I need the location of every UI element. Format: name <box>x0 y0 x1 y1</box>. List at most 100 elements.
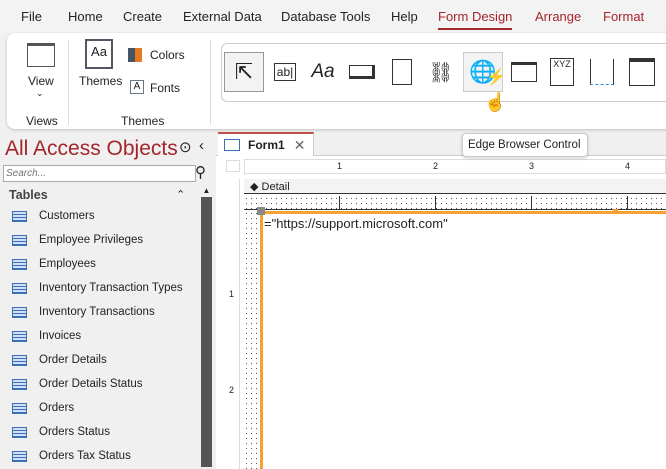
lightning-icon: ⚡ <box>486 69 506 86</box>
scrollbar-thumb[interactable] <box>201 197 212 467</box>
menu-database-tools[interactable]: Database Tools <box>281 9 370 24</box>
navigation-control-tool[interactable] <box>508 52 540 92</box>
nav-menu-icon[interactable]: ⊙ <box>179 138 192 156</box>
nav-item-table[interactable]: Orders Tax Status <box>12 446 131 466</box>
table-icon <box>12 210 27 222</box>
view-button[interactable]: View <box>28 74 54 88</box>
edge-browser-control[interactable]: ="https://support.microsoft.com" <box>260 211 666 469</box>
menu-help[interactable]: Help <box>391 9 418 24</box>
label-icon: Aa <box>311 61 335 82</box>
nav-item-table[interactable]: Order Details Status <box>12 374 143 394</box>
nav-item-label: Orders Tax Status <box>39 450 131 462</box>
table-icon <box>12 402 27 414</box>
nav-item-label: Invoices <box>39 330 82 342</box>
search-input[interactable] <box>3 165 196 182</box>
menu-create[interactable]: Create <box>123 9 162 24</box>
menu-file[interactable]: File <box>21 9 42 24</box>
nav-item-label: Order Details <box>39 354 107 366</box>
nav-item-table[interactable]: Inventory Transactions <box>12 302 155 322</box>
hyperlink-icon: ⛓ <box>428 61 454 84</box>
nav-item-table[interactable]: Invoices <box>12 326 81 346</box>
form-icon <box>224 139 240 151</box>
nav-item-table[interactable]: Orders Status <box>12 422 110 442</box>
chevron-up-icon[interactable]: ⌃ <box>176 188 185 201</box>
table-icon <box>12 330 27 342</box>
tab-label: Form1 <box>248 138 285 152</box>
hand-cursor-icon: ☝ <box>484 92 507 112</box>
resize-handle[interactable] <box>613 209 618 213</box>
label-tool[interactable]: Aa <box>307 52 339 92</box>
table-icon <box>12 234 27 246</box>
page-break-tool[interactable] <box>586 52 618 92</box>
option-group-icon: XYZ <box>550 58 574 86</box>
nav-item-table[interactable]: Inventory Transaction Types <box>12 278 183 298</box>
select-tool[interactable]: ⇱ <box>224 52 264 92</box>
menu-bar: File Home Create External Data Database … <box>0 0 666 33</box>
table-icon <box>12 450 27 462</box>
nav-item-label: Customers <box>39 210 95 222</box>
fonts-button[interactable]: Fonts <box>150 81 180 95</box>
nav-item-table[interactable]: Employee Privileges <box>12 230 143 250</box>
scroll-up-icon[interactable]: ▲ <box>201 186 212 195</box>
scrollbar[interactable]: ▲ <box>201 186 212 469</box>
select-icon: ⇱ <box>234 59 254 84</box>
menu-arrange[interactable]: Arrange <box>535 9 581 24</box>
navigation-pane: All Access Objects ⊙ ‹ ⚲ Tables ⌃ ▲ Cust… <box>0 132 214 469</box>
tab-form1[interactable]: Form1 ✕ <box>218 132 314 156</box>
nav-item-table[interactable]: Order Details <box>12 350 107 370</box>
combo-box-icon <box>629 58 655 86</box>
move-handle[interactable] <box>257 207 265 215</box>
themes-button[interactable]: Themes <box>79 74 122 88</box>
form-selector[interactable] <box>226 160 240 172</box>
themes-icon[interactable]: Aa <box>85 39 113 69</box>
colors-icon <box>128 48 142 62</box>
menu-home[interactable]: Home <box>68 9 103 24</box>
page-break-icon <box>590 59 614 85</box>
tab-control-icon <box>392 59 412 85</box>
nav-item-table[interactable]: Customers <box>12 206 95 226</box>
table-icon <box>12 306 27 318</box>
menu-form-design[interactable]: Form Design <box>438 9 513 30</box>
nav-title: All Access Objects <box>5 137 178 160</box>
navigation-control-icon <box>511 62 537 82</box>
edge-browser-tool[interactable]: 🌐 ⚡ <box>463 52 506 92</box>
tab-control-tool[interactable] <box>386 52 418 92</box>
detail-section-bar[interactable]: ◆ Detail <box>244 179 666 194</box>
vertical-ruler: 1 2 <box>226 179 240 469</box>
nav-item-table[interactable]: Employees <box>12 254 96 274</box>
tooltip: Edge Browser Control <box>462 133 588 157</box>
hyperlink-tool[interactable]: ⛓ <box>425 52 457 92</box>
nav-item-table[interactable]: Orders <box>12 398 74 418</box>
collapse-pane-icon[interactable]: ‹ <box>199 137 204 154</box>
search-icon[interactable]: ⚲ <box>195 163 206 181</box>
menu-external-data[interactable]: External Data <box>183 9 262 24</box>
nav-item-label: Employees <box>39 258 96 270</box>
colors-button[interactable]: Colors <box>150 48 185 62</box>
textbox-tool[interactable]: ab| <box>269 52 301 92</box>
nav-item-label: Order Details Status <box>39 378 143 390</box>
combo-box-tool[interactable] <box>626 52 658 92</box>
view-icon[interactable] <box>27 43 55 67</box>
close-tab-icon[interactable]: ✕ <box>294 137 306 154</box>
themes-group-label: Themes <box>121 114 165 128</box>
tables-section-header[interactable]: Tables <box>9 188 48 202</box>
button-icon <box>349 65 375 79</box>
views-group-label: Views <box>26 114 58 128</box>
form-document: Form1 ✕ 1 2 3 4 1 2 ◆ Detail ="https://s… <box>216 132 666 469</box>
table-icon <box>12 378 27 390</box>
nav-item-label: Inventory Transactions <box>39 306 155 318</box>
control-source-text: ="https://support.microsoft.com" <box>264 216 448 231</box>
menu-format[interactable]: Format <box>603 9 644 24</box>
textbox-icon: ab| <box>273 63 297 81</box>
table-icon <box>12 354 27 366</box>
nav-item-label: Orders Status <box>39 426 110 438</box>
horizontal-ruler: 1 2 3 4 <box>244 159 666 174</box>
button-tool[interactable] <box>346 52 378 92</box>
fonts-icon: A <box>130 80 144 94</box>
nav-item-label: Orders <box>39 402 75 414</box>
table-icon <box>12 282 27 294</box>
chevron-down-icon[interactable]: ⌄ <box>36 88 44 99</box>
nav-item-label: Employee Privileges <box>39 234 144 246</box>
option-group-tool[interactable]: XYZ <box>546 52 578 92</box>
section-arrow-icon: ◆ <box>250 181 262 193</box>
